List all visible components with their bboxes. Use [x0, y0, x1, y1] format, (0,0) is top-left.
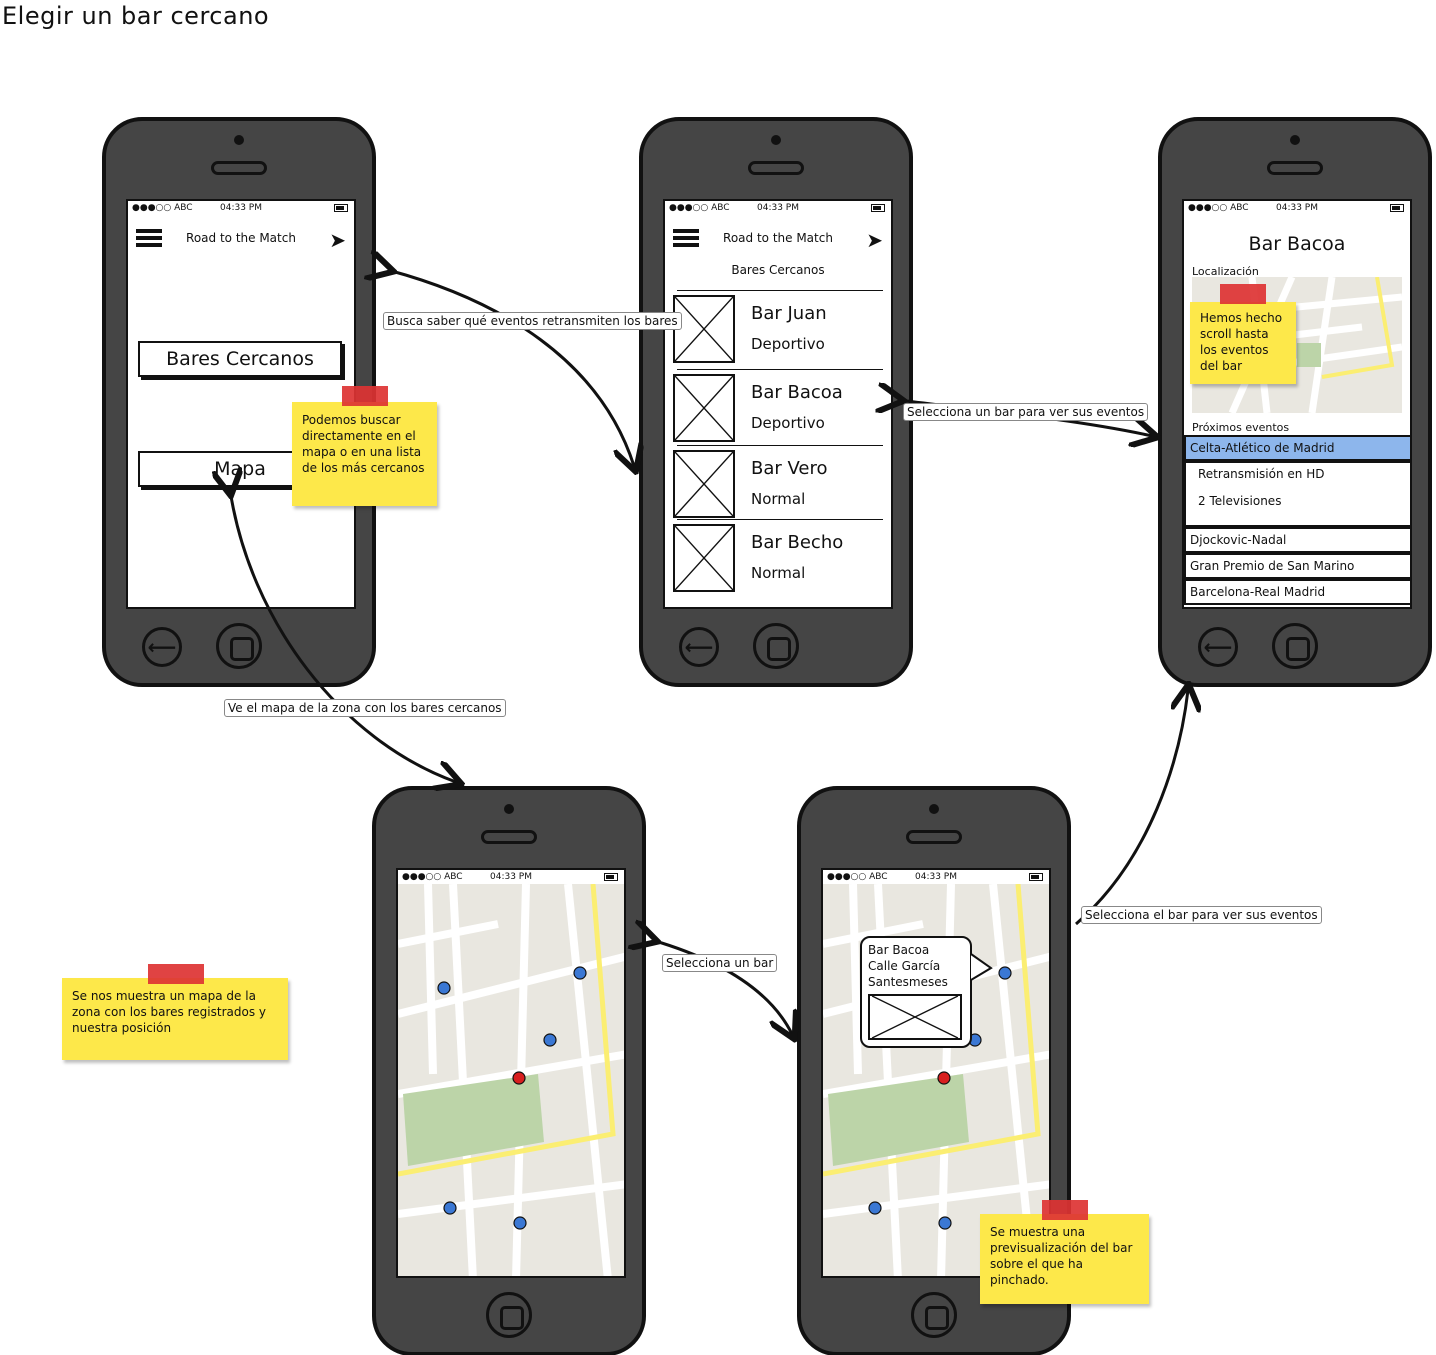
- tape-icon: [1220, 284, 1266, 304]
- arrow-label: Selecciona un bar para ver sus eventos: [903, 403, 1149, 421]
- arrow-label: Selecciona un bar: [662, 954, 778, 972]
- arrow-label: Busca saber qué eventos retransmiten los…: [383, 312, 682, 330]
- arrow-label: Ve el mapa de la zona con los bares cerc…: [224, 699, 506, 717]
- tape-icon: [342, 386, 388, 406]
- note-text: Se nos muestra un mapa de la zona con lo…: [72, 989, 266, 1035]
- flow-arrows: [0, 0, 1436, 1355]
- arrow-preview-detail: [1075, 690, 1188, 926]
- tape-icon: [1042, 1200, 1088, 1220]
- note-text: Se muestra una previsualización del bar …: [990, 1225, 1133, 1287]
- tape-icon: [148, 964, 204, 984]
- sticky-note: Se muestra una previsualización del bar …: [980, 1200, 1149, 1304]
- sticky-note: Podemos buscar directamente en el mapa o…: [292, 386, 437, 506]
- arrow-label: Selecciona el bar para ver sus eventos: [1081, 906, 1322, 924]
- arrow-map-home: [230, 490, 456, 782]
- note-text: Hemos hecho scroll hasta los eventos del…: [1200, 311, 1283, 373]
- note-text: Podemos buscar directamente en el mapa o…: [302, 413, 425, 475]
- sticky-note: Hemos hecho scroll hasta los eventos del…: [1190, 284, 1296, 384]
- sticky-note: Se nos muestra un mapa de la zona con lo…: [62, 964, 288, 1060]
